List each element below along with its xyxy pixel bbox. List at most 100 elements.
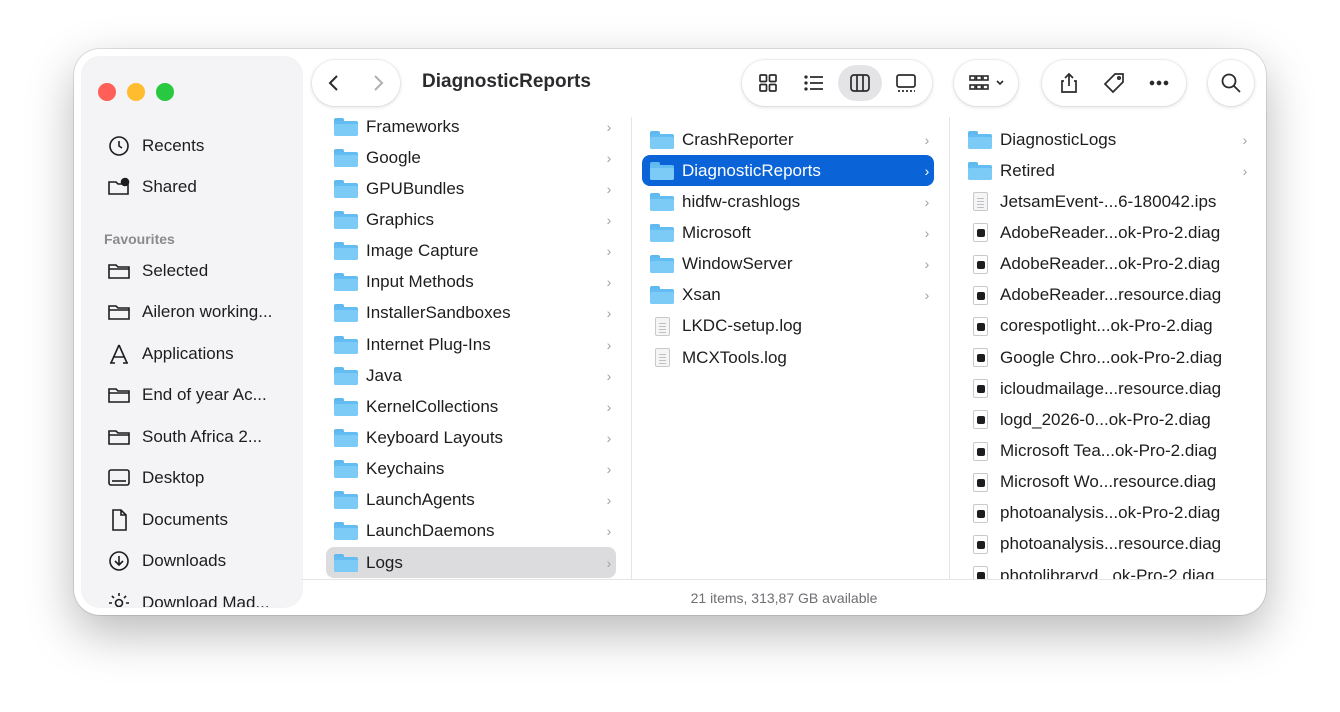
chevron-down-icon xyxy=(996,80,1004,86)
folder-row[interactable]: DiagnosticLogs › xyxy=(960,124,1252,155)
share-button[interactable] xyxy=(1049,63,1089,103)
folder-row[interactable]: Frameworks › xyxy=(326,117,616,142)
sidebar-item-download-mad[interactable]: Download Mad... xyxy=(106,588,270,607)
file-row[interactable]: AdobeReader...resource.diag xyxy=(960,280,1252,311)
sidebar-item-aileron[interactable]: Aileron working... xyxy=(106,297,272,327)
sidebar-item-selected[interactable]: Selected xyxy=(106,256,208,286)
folder-row[interactable]: WindowServer › xyxy=(642,249,934,280)
folder-row[interactable]: KernelCollections › xyxy=(326,391,616,422)
item-label: Xsan xyxy=(682,285,721,305)
chevron-left-icon xyxy=(328,75,338,91)
sidebar-item-shared[interactable]: Shared xyxy=(106,172,197,202)
icon-view-button[interactable] xyxy=(746,65,790,101)
file-row[interactable]: corespotlight...ok-Pro-2.diag xyxy=(960,311,1252,342)
file-row[interactable]: MCXTools.log xyxy=(642,342,934,373)
close-window-button[interactable] xyxy=(98,83,116,101)
folder-row[interactable]: DiagnosticReports › xyxy=(642,155,934,187)
sidebar-item-recents[interactable]: Recents xyxy=(106,131,204,161)
list-icon xyxy=(804,75,823,91)
chevron-right-icon: › xyxy=(606,461,612,478)
chevron-right-icon: › xyxy=(606,305,612,322)
sidebar-item-end-of-year[interactable]: End of year Ac... xyxy=(106,380,267,410)
chevron-right-icon: › xyxy=(924,287,930,304)
folder-row[interactable]: Image Capture › xyxy=(326,236,616,267)
folder-row[interactable]: Keychains › xyxy=(326,454,616,485)
folder-row[interactable]: Xsan › xyxy=(642,280,934,311)
chevron-right-icon: › xyxy=(606,367,612,384)
status-bar: 21 items, 313,87 GB available xyxy=(302,579,1266,615)
folder-row[interactable]: Microsoft › xyxy=(642,217,934,248)
more-actions-button[interactable] xyxy=(1139,63,1179,103)
text-file-icon xyxy=(968,192,992,212)
tag-icon xyxy=(1103,73,1124,94)
diagnostic-file-icon xyxy=(968,472,992,492)
download-icon xyxy=(106,548,132,574)
file-row[interactable]: photoanalysis...resource.diag xyxy=(960,529,1252,560)
folder-row[interactable]: LaunchDaemons › xyxy=(326,516,616,547)
folder-row[interactable]: Java › xyxy=(326,360,616,391)
zoom-window-button[interactable] xyxy=(156,83,174,101)
text-file-icon xyxy=(650,316,674,336)
list-view-button[interactable] xyxy=(792,65,836,101)
sidebar-item-applications[interactable]: Applications xyxy=(106,339,234,369)
folder-row[interactable]: GPUBundles › xyxy=(326,173,616,204)
item-label: Java xyxy=(366,365,402,385)
item-label: AdobeReader...ok-Pro-2.diag xyxy=(1000,222,1221,242)
item-label: DiagnosticLogs xyxy=(1000,129,1117,149)
chevron-right-icon: › xyxy=(924,162,930,179)
search-button[interactable] xyxy=(1208,60,1254,106)
folder-row[interactable]: LaunchAgents › xyxy=(326,485,616,516)
item-label: Retired xyxy=(1000,160,1055,180)
folder-row[interactable]: Input Methods › xyxy=(326,267,616,298)
folder-row[interactable]: Retired › xyxy=(960,155,1252,186)
tags-button[interactable] xyxy=(1094,63,1134,103)
file-row[interactable]: AdobeReader...ok-Pro-2.diag xyxy=(960,249,1252,280)
file-row[interactable]: JetsamEvent-...6-180042.ips xyxy=(960,186,1252,217)
folder-row[interactable]: Google › xyxy=(326,142,616,173)
file-row[interactable]: AdobeReader...ok-Pro-2.diag xyxy=(960,217,1252,248)
sidebar-item-label: Download Mad... xyxy=(142,593,270,607)
file-row[interactable]: LKDC-setup.log xyxy=(642,311,934,342)
window-title: DiagnosticReports xyxy=(422,71,591,92)
folder-row[interactable]: Internet Plug-Ins › xyxy=(326,329,616,360)
file-row[interactable]: photoanalysis...ok-Pro-2.diag xyxy=(960,498,1252,529)
column-logs: CrashReporter › DiagnosticReports › hidfw-cr… xyxy=(631,117,948,579)
item-label: Logs xyxy=(366,552,403,572)
sidebar-item-south-africa[interactable]: South Africa 2... xyxy=(106,422,262,452)
desktop-icon xyxy=(106,465,132,491)
item-label: Microsoft Tea...ok-Pro-2.diag xyxy=(1000,441,1217,460)
file-row[interactable]: Microsoft Tea...ok-Pro-2.diag xyxy=(960,436,1252,467)
folder-row[interactable]: InstallerSandboxes › xyxy=(326,298,616,329)
folder-icon xyxy=(334,428,358,448)
item-label: icloudmailage...resource.diag xyxy=(1000,378,1222,398)
file-row[interactable]: Microsoft Wo...resource.diag xyxy=(960,467,1252,498)
diagnostic-file-icon xyxy=(968,223,992,243)
forward-button[interactable] xyxy=(356,60,400,106)
chevron-right-icon: › xyxy=(606,492,612,509)
folder-icon xyxy=(106,424,132,450)
toolbar: DiagnosticReports xyxy=(302,49,1266,117)
sidebar-item-downloads[interactable]: Downloads xyxy=(106,546,226,576)
folder-row[interactable]: Logs › xyxy=(326,547,616,579)
file-row[interactable]: logd_2026-0...ok-Pro-2.diag xyxy=(960,404,1252,435)
sidebar-item-desktop[interactable]: Desktop xyxy=(106,463,204,493)
file-row[interactable]: photolibraryd...ok-Pro-2.diag xyxy=(960,560,1252,579)
back-button[interactable] xyxy=(312,60,356,106)
item-label: LKDC-setup.log xyxy=(682,316,803,336)
file-row[interactable]: icloudmailage...resource.diag xyxy=(960,373,1252,404)
folder-row[interactable]: hidfw-crashlogs › xyxy=(642,186,934,217)
chevron-right-icon: › xyxy=(606,523,612,540)
sidebar-item-documents[interactable]: Documents xyxy=(106,505,228,535)
share-icon xyxy=(1060,72,1077,93)
file-row[interactable]: Google Chro...ook-Pro-2.diag xyxy=(960,342,1252,373)
minimize-window-button[interactable] xyxy=(127,83,145,101)
folder-row[interactable]: CrashReporter › xyxy=(642,124,934,155)
column-view-button[interactable] xyxy=(838,65,882,101)
folder-row[interactable]: Graphics › xyxy=(326,204,616,235)
group-by-button[interactable] xyxy=(954,60,1018,106)
chevron-right-icon xyxy=(374,75,384,91)
gallery-icon xyxy=(896,74,916,92)
gallery-view-button[interactable] xyxy=(884,65,928,101)
folder-row[interactable]: Keyboard Layouts › xyxy=(326,423,616,454)
shared-folder-icon xyxy=(106,174,132,200)
